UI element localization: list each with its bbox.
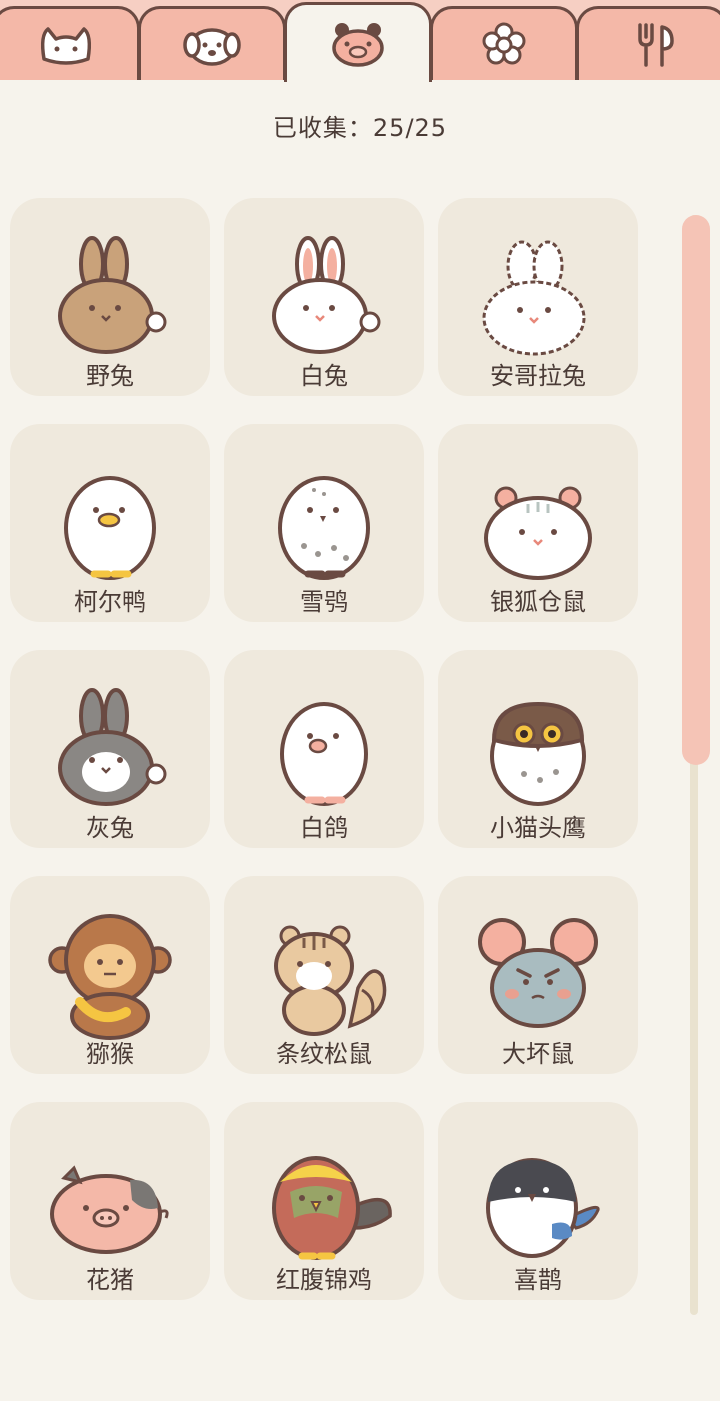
animal-name: 灰兔 — [86, 814, 134, 842]
animal-card-macaque[interactable]: 猕猴 — [10, 876, 210, 1074]
wild-rabbit-illustration — [58, 236, 167, 354]
animal-card-gray-rabbit[interactable]: 灰兔 — [10, 650, 210, 848]
cat-face-icon — [40, 26, 92, 65]
call-duck-illustration — [64, 476, 156, 580]
animal-name: 小猫头鹰 — [490, 814, 586, 842]
animal-name: 条纹松鼠 — [276, 1040, 372, 1068]
spotted-pig-illustration — [50, 1165, 169, 1254]
flower-icon — [482, 22, 526, 64]
magpie-illustration — [486, 1158, 600, 1258]
animal-card-big-bad-mouse[interactable]: 大坏鼠 — [438, 876, 638, 1074]
tab-cats[interactable] — [0, 6, 140, 80]
pig-face-icon — [332, 22, 384, 67]
big-bad-mouse-illustration — [478, 918, 598, 1028]
dog-face-icon — [183, 27, 241, 66]
chipmunk-illustration — [274, 925, 387, 1036]
gray-rabbit-illustration — [58, 688, 167, 806]
white-rabbit-illustration — [272, 236, 381, 354]
category-tab-bar — [0, 0, 720, 82]
snowy-owl-illustration — [278, 476, 370, 580]
animal-name: 雪鸮 — [300, 588, 348, 616]
animal-name: 大坏鼠 — [502, 1040, 574, 1068]
macaque-illustration — [48, 914, 172, 1040]
animal-card-chipmunk[interactable]: 条纹松鼠 — [224, 876, 424, 1074]
animal-name: 白兔 — [300, 362, 348, 390]
animal-name: 野兔 — [86, 362, 134, 390]
tab-dogs[interactable] — [138, 6, 286, 80]
animal-card-golden-pheasant[interactable]: 红腹锦鸡 — [224, 1102, 424, 1300]
animal-name: 银狐仓鼠 — [490, 588, 586, 616]
animal-name: 花猪 — [86, 1266, 134, 1294]
animal-name: 猕猴 — [86, 1040, 134, 1068]
golden-pheasant-illustration — [272, 1156, 392, 1260]
animal-card-white-rabbit[interactable]: 白兔 — [224, 198, 424, 396]
tab-pigs[interactable] — [284, 2, 432, 82]
animal-card-angora-rabbit[interactable]: 安哥拉兔 — [438, 198, 638, 396]
animal-card-silver-fox-hamster[interactable]: 银狐仓鼠 — [438, 424, 638, 622]
animal-name: 安哥拉兔 — [490, 362, 586, 390]
scrollbar-thumb[interactable] — [682, 215, 710, 765]
white-dove-illustration — [280, 702, 368, 806]
little-owl-illustration — [490, 701, 586, 806]
animal-card-snowy-owl[interactable]: 雪鸮 — [224, 424, 424, 622]
animal-card-call-duck[interactable]: 柯尔鸭 — [10, 424, 210, 622]
animal-name: 红腹锦鸡 — [276, 1266, 372, 1294]
animal-card-white-dove[interactable]: 白鸽 — [224, 650, 424, 848]
tab-flowers[interactable] — [430, 6, 578, 80]
angora-rabbit-illustration — [482, 240, 586, 356]
silver-fox-hamster-illustration — [484, 486, 592, 580]
animal-card-magpie[interactable]: 喜鹊 — [438, 1102, 638, 1300]
animal-name: 白鸽 — [300, 814, 348, 842]
animal-name: 喜鹊 — [514, 1266, 562, 1294]
animal-name: 柯尔鸭 — [74, 588, 146, 616]
animal-card-spotted-pig[interactable]: 花猪 — [10, 1102, 210, 1300]
fork-spoon-icon — [638, 22, 674, 67]
animal-card-wild-rabbit[interactable]: 野兔 — [10, 198, 210, 396]
collection-counter: 已收集：25/25 — [272, 114, 448, 142]
animal-card-little-owl[interactable]: 小猫头鹰 — [438, 650, 638, 848]
tab-food[interactable] — [576, 6, 720, 80]
